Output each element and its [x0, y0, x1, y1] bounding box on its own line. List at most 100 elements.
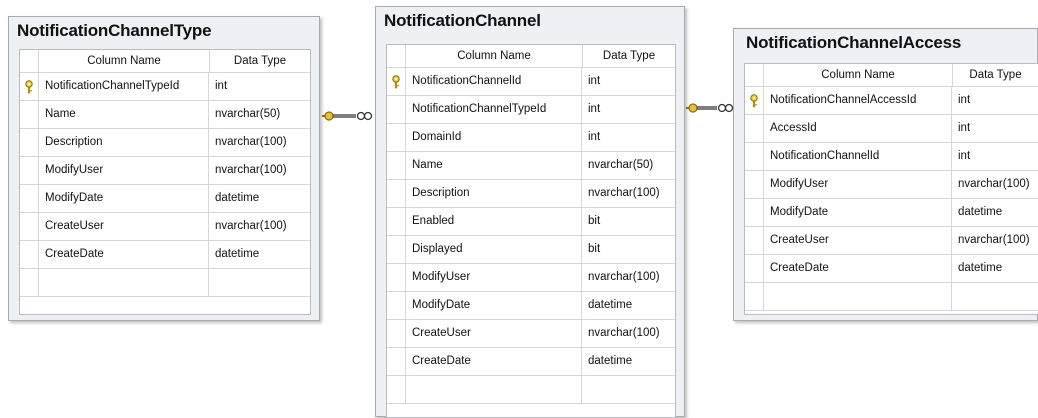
table-title: NotificationChannelAccess [746, 33, 962, 52]
column-row[interactable]: CreateUser nvarchar(100) [387, 320, 675, 348]
data-type-cell: nvarchar(50) [215, 108, 281, 120]
key-cell [20, 185, 39, 212]
data-type-cell: int [215, 80, 228, 92]
key-cell [20, 101, 39, 128]
column-name-cell [39, 269, 209, 296]
infinity-icon [717, 103, 734, 113]
column-name-header: Column Name [39, 50, 210, 72]
column-row[interactable]: CreateDate datetime [20, 241, 310, 269]
data-type-cell: nvarchar(100) [215, 220, 287, 232]
column-row[interactable]: ModifyDate datetime [745, 199, 1038, 227]
key-cell [387, 236, 406, 263]
column-grid: Column Name Data Type NotificationChannelT… [19, 49, 311, 315]
key-cell [387, 320, 406, 347]
key-cell [387, 292, 406, 319]
column-row[interactable]: CreateDate datetime [745, 255, 1038, 283]
column-row[interactable]: Enabled bit [387, 208, 675, 236]
table-notificationchannelaccess[interactable]: NotificationChannelAccess Column Name Dat… [733, 28, 1038, 321]
column-name-cell: ModifyUser [39, 157, 209, 184]
column-name-cell: Enabled [406, 208, 582, 235]
data-type-cell: datetime [958, 262, 1003, 274]
infinity-icon [356, 111, 373, 121]
key-cell [387, 264, 406, 291]
column-name-cell: DomainId [406, 124, 582, 151]
column-grid: Column Name Data Type NotificationChannelA… [744, 63, 1038, 315]
column-name-cell: CreateDate [764, 255, 952, 282]
column-row[interactable]: NotificationChannelTypeId int [387, 96, 675, 124]
relationship-connector[interactable] [685, 100, 735, 116]
empty-row[interactable] [20, 269, 310, 297]
column-header-row: Column Name Data Type [387, 45, 675, 68]
data-type-cell: datetime [588, 299, 633, 311]
column-row[interactable]: CreateUser nvarchar(100) [20, 213, 310, 241]
column-name-cell: ModifyDate [406, 292, 582, 319]
column-name-cell: NotificationChannelTypeId [39, 73, 209, 100]
column-row[interactable]: Name nvarchar(50) [387, 152, 675, 180]
key-cell [745, 115, 764, 142]
table-notificationchannel[interactable]: NotificationChannel Column Name Data Type… [375, 6, 685, 418]
key-icon [686, 103, 698, 113]
relationship-connector[interactable] [320, 108, 376, 124]
primary-key-icon [25, 80, 33, 94]
data-type-header: Data Type [233, 55, 287, 67]
column-row[interactable]: AccessId int [745, 115, 1038, 143]
data-type-cell: nvarchar(100) [588, 271, 660, 283]
column-row[interactable]: ModifyDate datetime [20, 185, 310, 213]
key-cell [20, 269, 39, 296]
key-cell [387, 348, 406, 375]
column-name-cell: CreateDate [406, 348, 582, 375]
column-name-header: Column Name [764, 64, 953, 86]
column-row[interactable]: NotificationChannelId int [745, 143, 1038, 171]
column-row[interactable]: ModifyDate datetime [387, 292, 675, 320]
data-type-cell: nvarchar(100) [958, 234, 1030, 246]
table-title: NotificationChannelType [17, 21, 212, 40]
column-name-cell: NotificationChannelId [764, 143, 952, 170]
key-cell [387, 208, 406, 235]
data-type-cell: int [588, 103, 601, 115]
table-title: NotificationChannel [384, 11, 541, 30]
column-name-cell: NotificationChannelTypeId [406, 96, 582, 123]
data-type-header: Data Type [602, 50, 656, 62]
column-name-cell: Displayed [406, 236, 582, 263]
key-cell [745, 171, 764, 198]
data-type-cell [582, 376, 675, 403]
column-name-cell: CreateDate [39, 241, 209, 268]
key-cell [387, 68, 406, 95]
data-type-cell [952, 283, 1038, 310]
data-type-cell: int [958, 94, 971, 106]
column-row[interactable]: DomainId int [387, 124, 675, 152]
data-type-cell: datetime [958, 206, 1003, 218]
key-cell [745, 283, 764, 310]
column-row[interactable]: Name nvarchar(50) [20, 101, 310, 129]
key-cell [745, 227, 764, 254]
column-row[interactable]: Description nvarchar(100) [20, 129, 310, 157]
column-header-row: Column Name Data Type [20, 50, 310, 73]
column-row[interactable]: ModifyUser nvarchar(100) [20, 157, 310, 185]
column-row[interactable]: Displayed bit [387, 236, 675, 264]
column-row[interactable]: ModifyUser nvarchar(100) [387, 264, 675, 292]
key-cell [20, 129, 39, 156]
empty-row[interactable] [745, 283, 1038, 311]
column-row[interactable]: NotificationChannelTypeId int [20, 73, 310, 101]
column-row[interactable]: CreateUser nvarchar(100) [745, 227, 1038, 255]
data-type-cell: int [958, 150, 971, 162]
data-type-cell: nvarchar(100) [588, 187, 660, 199]
column-row[interactable]: CreateDate datetime [387, 348, 675, 376]
column-row[interactable]: NotificationChannelId int [387, 68, 675, 96]
column-row[interactable]: Description nvarchar(100) [387, 180, 675, 208]
column-name-cell: ModifyUser [406, 264, 582, 291]
key-cell [20, 157, 39, 184]
key-cell [20, 73, 39, 100]
column-name-cell: ModifyDate [764, 199, 952, 226]
column-row[interactable]: ModifyUser nvarchar(100) [745, 171, 1038, 199]
data-type-cell: datetime [215, 192, 260, 204]
column-row[interactable]: NotificationChannelAccessId int [745, 87, 1038, 115]
empty-row[interactable] [387, 376, 675, 404]
data-type-header: Data Type [969, 69, 1022, 81]
column-name-cell: CreateUser [39, 213, 209, 240]
data-type-cell: nvarchar(100) [958, 178, 1030, 190]
table-notificationchanneltype[interactable]: NotificationChannelType Column Name Data … [8, 16, 320, 321]
data-type-cell [209, 269, 310, 296]
column-name-cell: ModifyDate [39, 185, 209, 212]
column-grid: Column Name Data Type NotificationChannelI… [386, 44, 676, 418]
